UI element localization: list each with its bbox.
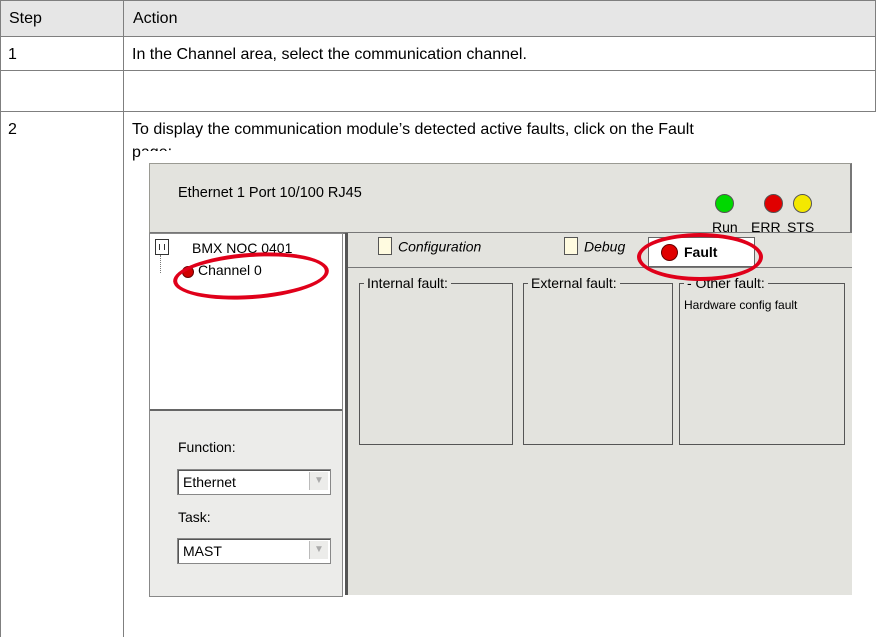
- row-divider-1: [0, 70, 876, 71]
- row1-action: In the Channel area, select the communic…: [132, 46, 527, 63]
- chevron-down-icon[interactable]: ▼: [309, 472, 328, 490]
- module-icon: [155, 239, 169, 255]
- fault-term: Fault: [658, 121, 694, 138]
- fault-tab-highlight-annotation: [637, 233, 763, 281]
- tree-connector: [160, 255, 162, 273]
- chevron-down-icon[interactable]: ▼: [309, 541, 328, 559]
- run-led-icon: [715, 194, 734, 213]
- fault-page-screenshot: Ethernet 1 Port 10/100 RJ45 Run ERR STS …: [141, 151, 853, 597]
- sts-led-icon: [793, 194, 812, 213]
- row-divider-2: [0, 111, 876, 112]
- table-column-divider: [123, 0, 124, 637]
- function-select[interactable]: Ethernet ▼: [177, 469, 331, 495]
- row2-step: 2: [8, 121, 17, 138]
- function-label: Function:: [178, 439, 236, 455]
- other-fault-value: Hardware config fault: [684, 298, 798, 312]
- row2-action-line1: To display the communication module’s de…: [132, 121, 694, 138]
- module-title: Ethernet 1 Port 10/100 RJ45: [178, 185, 362, 201]
- other-fault-box: - Other fault: Hardware config fault: [679, 275, 845, 445]
- task-select[interactable]: MAST ▼: [177, 538, 331, 564]
- err-led-icon: [764, 194, 783, 213]
- row1-step: 1: [8, 46, 17, 63]
- tab-debug[interactable]: Debug: [564, 237, 625, 263]
- fault-content: Internal fault: External fault: - Other …: [348, 267, 852, 596]
- table-header: Step Action: [0, 0, 876, 37]
- header-step: Step: [9, 10, 42, 27]
- external-fault-box: External fault:: [523, 275, 673, 445]
- internal-fault-box: Internal fault:: [359, 275, 513, 445]
- configuration-icon: [378, 237, 392, 256]
- header-action: Action: [133, 10, 178, 27]
- tab-configuration[interactable]: Configuration: [378, 237, 481, 263]
- module-header: Ethernet 1 Port 10/100 RJ45 Run ERR STS: [149, 163, 852, 235]
- debug-icon: [564, 237, 578, 256]
- right-pane: Configuration Debug Fault Internal fault…: [345, 233, 852, 595]
- table-border-left: [0, 0, 1, 637]
- task-label: Task:: [178, 509, 211, 525]
- channel-area-term: Channel area,: [176, 46, 277, 63]
